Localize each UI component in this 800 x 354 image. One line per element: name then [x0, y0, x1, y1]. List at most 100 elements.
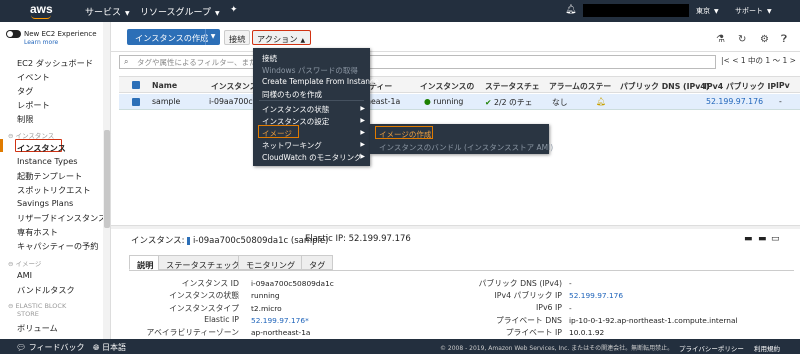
flask-icon[interactable]: ⚗	[716, 34, 725, 45]
top-navigation-bar: aws サービス ▼ リソースグループ ▼ ✦ 🔔︎ 東京 ▼ サポート ▼	[0, 0, 800, 22]
check-circle-icon: ✔	[485, 98, 492, 107]
pane-layout-icon-2[interactable]: ▬	[758, 234, 767, 244]
menu-item-create-template[interactable]: Create Template From Instance	[262, 77, 379, 86]
menu-item-networking[interactable]: ネットワーキング	[262, 140, 322, 151]
learn-more-link[interactable]: Learn more	[24, 39, 58, 46]
label-elastic-ip: Elastic IP	[204, 315, 239, 324]
pagination: |< < 1 中の 1 〜 1 >	[721, 55, 796, 66]
sidebar-item-limits[interactable]: 制限	[17, 113, 33, 125]
prev-page-icon[interactable]: <	[732, 56, 738, 65]
sidebar-item-instances[interactable]: インスタンス	[17, 142, 66, 154]
column-instance-state[interactable]: インスタンスの	[420, 81, 474, 92]
menu-item-bundle-instance: インスタンスのバンドル (インスタンスストア AMI)	[379, 143, 554, 152]
cell-state: ● running	[424, 97, 464, 106]
connect-button[interactable]: 接続	[224, 30, 251, 45]
instance-color-marker	[187, 236, 191, 245]
new-experience-toggle[interactable]	[6, 30, 21, 38]
column-alarm-status[interactable]: アラームのステー	[549, 81, 611, 92]
table-row[interactable]: sample i-09aa700c ortheast-1a ● running …	[119, 94, 800, 110]
menu-item-create-image[interactable]: イメージの作成	[379, 129, 431, 140]
row-checkbox[interactable]	[132, 98, 140, 106]
search-icon: ⌕	[124, 57, 129, 66]
search-placeholder: タグや属性によるフィルター、または	[137, 58, 265, 67]
sidebar-item-dedicated-hosts[interactable]: 専有ホスト	[17, 226, 58, 238]
sidebar-scrollbar-thumb[interactable]	[104, 130, 110, 228]
value-availability-zone: ap-northeast-1a	[251, 328, 311, 337]
aws-logo[interactable]: aws	[30, 2, 53, 16]
sidebar-item-savings-plans[interactable]: Savings Plans	[17, 198, 73, 208]
search-input[interactable]: ⌕ タグや属性によるフィルター、または	[119, 55, 716, 69]
sidebar-item-launch-templates[interactable]: 起動テンプレート	[17, 170, 82, 182]
label-instance-id: インスタンス ID	[181, 279, 239, 288]
value-instance-id: i-09aa700c50809da1c	[251, 279, 334, 288]
column-instance-id[interactable]: インスタンス	[211, 81, 257, 92]
next-page-icon[interactable]: >	[790, 56, 796, 65]
column-public-ip[interactable]: IPv4 パブリック IP	[704, 81, 776, 92]
value-instance-state: running	[251, 291, 280, 300]
cell-name: sample	[152, 97, 181, 106]
label-availability-zone: アベイラビリティーゾーン	[146, 328, 239, 337]
sidebar-item-dashboard[interactable]: EC2 ダッシュボード	[17, 57, 93, 69]
tab-monitoring[interactable]: モニタリング	[238, 255, 304, 270]
support-menu[interactable]: サポート ▼	[735, 6, 772, 16]
chevron-right-icon: ▶	[360, 117, 365, 124]
tab-description[interactable]: 説明	[129, 255, 162, 270]
launch-instance-button[interactable]: インスタンスの作成 ▼	[127, 29, 220, 45]
pin-icon[interactable]: ✦	[230, 5, 238, 15]
help-icon[interactable]: ❓︎	[781, 34, 787, 45]
cell-ipv6: -	[779, 97, 782, 106]
sidebar-section-ebs-line2: STORE	[17, 310, 39, 318]
services-menu[interactable]: サービス ▼	[85, 5, 130, 18]
resource-groups-menu[interactable]: リソースグループ ▼	[140, 5, 220, 18]
account-menu-redacted[interactable]	[583, 4, 689, 17]
select-all-checkbox[interactable]	[132, 81, 140, 89]
feedback-link[interactable]: 💬︎ フィードバック	[16, 342, 85, 353]
chevron-down-icon[interactable]: ▼	[205, 29, 220, 45]
sidebar-item-instance-types[interactable]: Instance Types	[17, 156, 78, 166]
sidebar-item-events[interactable]: イベント	[17, 71, 50, 83]
chevron-down-icon: ▼	[125, 10, 130, 17]
label-instance-type: インスタンスタイプ	[169, 304, 239, 313]
value-elastic-ip[interactable]: 52.199.97.176*	[251, 316, 309, 325]
cell-alarm: なし	[552, 98, 568, 107]
sidebar: New EC2 Experience Learn more EC2 ダッシュボー…	[0, 22, 111, 339]
sidebar-item-reports[interactable]: レポート	[17, 99, 50, 111]
sidebar-item-spot-requests[interactable]: スポットリクエスト	[17, 184, 91, 196]
sidebar-item-bundle-tasks[interactable]: バンドルタスク	[17, 284, 75, 296]
bell-icon[interactable]: 🔔︎	[565, 5, 576, 15]
pane-layout-icon-3[interactable]: ▭	[771, 234, 780, 244]
label-public-dns: パブリック DNS (IPv4)	[478, 279, 562, 288]
privacy-policy-link[interactable]: プライバシーポリシー	[679, 343, 744, 353]
details-header: インスタンス: i-09aa700c50809da1c (sample)	[131, 236, 329, 246]
terms-link[interactable]: 利用規約	[754, 343, 780, 353]
sidebar-item-volumes[interactable]: ボリューム	[17, 322, 58, 334]
menu-item-connect[interactable]: 接続	[262, 53, 277, 64]
menu-item-cloudwatch-monitoring[interactable]: CloudWatch のモニタリング	[262, 152, 362, 163]
language-selector[interactable]: 🌐︎ 日本語	[93, 342, 126, 353]
menu-item-instance-state[interactable]: インスタンスの状態	[262, 104, 329, 115]
sidebar-item-tags[interactable]: タグ	[17, 85, 33, 97]
details-elastic-ip: Elastic IP: 52.199.97.176	[305, 234, 411, 244]
alarm-bell-icon[interactable]: 🔔︎	[596, 97, 606, 106]
refresh-icon[interactable]: ↻	[738, 34, 746, 45]
pane-layout-icon-1[interactable]: ▬	[744, 234, 753, 244]
column-ipv6[interactable]: IPv	[776, 81, 790, 90]
value-public-ip[interactable]: 52.199.97.176	[569, 291, 623, 300]
first-page-icon[interactable]: |<	[721, 56, 730, 65]
toolbar: インスタンスの作成 ▼ 接続 アクション ▲ ⚗ ↻ ⚙ ❓︎	[111, 22, 800, 52]
gear-icon[interactable]: ⚙	[760, 34, 769, 45]
menu-item-image[interactable]: イメージ	[262, 128, 292, 139]
tab-tags[interactable]: タグ	[301, 255, 334, 270]
region-menu[interactable]: 東京 ▼	[696, 6, 719, 16]
column-status-checks[interactable]: ステータスチェ	[485, 81, 540, 92]
actions-button[interactable]: アクション ▲	[252, 30, 311, 45]
sidebar-item-ami[interactable]: AMI	[17, 270, 32, 280]
table-header: Name インスタンス イラビリティー インスタンスの ステータスチェ アラーム…	[119, 76, 800, 93]
sidebar-item-capacity-reservations[interactable]: キャパシティーの予約	[17, 240, 98, 252]
sidebar-item-reserved-instances[interactable]: リザーブドインスタンス	[17, 212, 106, 224]
menu-item-launch-more-like-this[interactable]: 同様のものを作成	[262, 89, 322, 100]
cell-public-ip[interactable]: 52.199.97.176	[706, 97, 763, 106]
column-public-dns[interactable]: パブリック DNS (IPv4)	[620, 81, 709, 92]
tab-status-checks[interactable]: ステータスチェック	[158, 255, 248, 270]
column-name[interactable]: Name	[152, 81, 177, 90]
